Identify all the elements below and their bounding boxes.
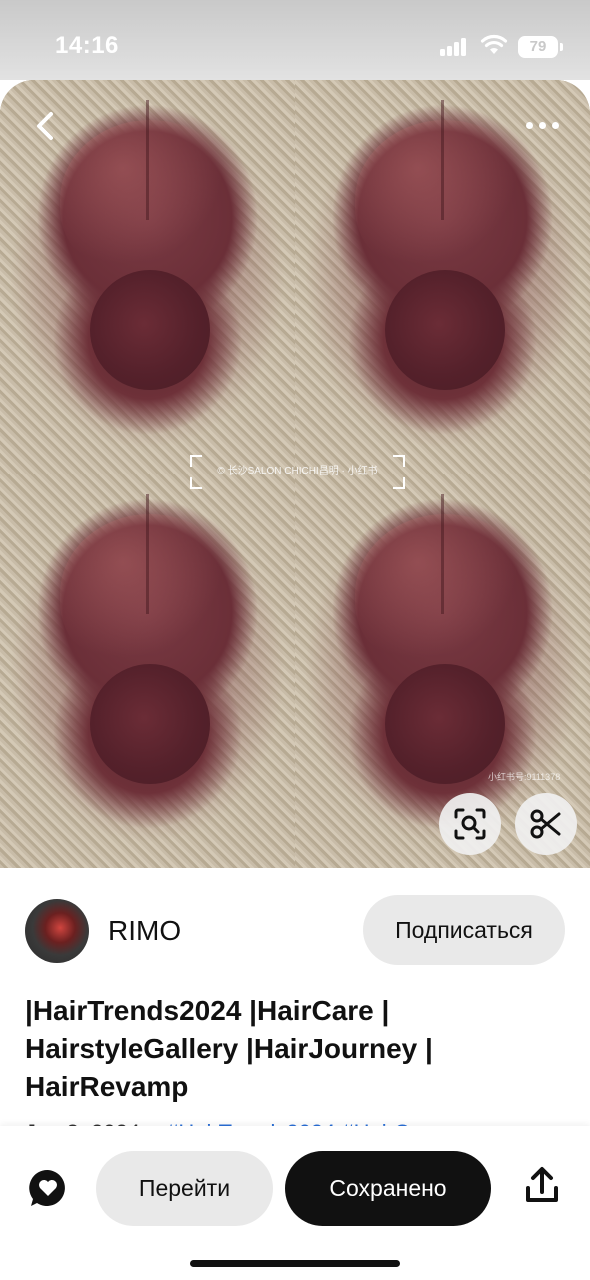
image-watermark: © 长沙SALON CHICHI昌明 · 小红书 [190,455,405,489]
visual-search-button[interactable] [439,793,501,855]
more-dots-icon[interactable] [524,115,562,135]
wifi-icon [480,34,508,54]
author-row: RIMO Подписаться [0,895,590,967]
battery-icon: 79 [518,36,558,58]
cellular-signal-icon [440,38,466,56]
hair-photo [295,80,590,474]
avatar[interactable] [25,899,89,963]
watermark-id: 小红书号:9111378 [488,772,561,782]
status-bar: 14:16 79 [0,0,590,80]
saved-button[interactable]: Сохранено [285,1151,491,1226]
author-name[interactable]: RIMO [108,915,181,947]
subscribe-button[interactable]: Подписаться [363,895,565,965]
visual-search-icon [454,808,486,840]
hair-photo [0,474,295,868]
battery-cap [560,43,563,51]
share-upload-icon[interactable] [522,1166,562,1206]
chevron-left-icon[interactable] [30,110,62,142]
cutout-button[interactable] [515,793,577,855]
status-time: 14:16 [55,32,119,59]
home-indicator [190,1260,400,1267]
battery-level: 79 [529,38,547,55]
pin-title: |HairTrends2024 |HairCare | HairstyleGal… [25,995,433,1102]
heart-speech-bubble-icon[interactable] [28,1168,68,1208]
scissors-icon [530,809,561,839]
watermark-text: © 长沙SALON CHICHI昌明 · 小红书 [217,466,378,477]
goto-button[interactable]: Перейти [96,1151,273,1226]
